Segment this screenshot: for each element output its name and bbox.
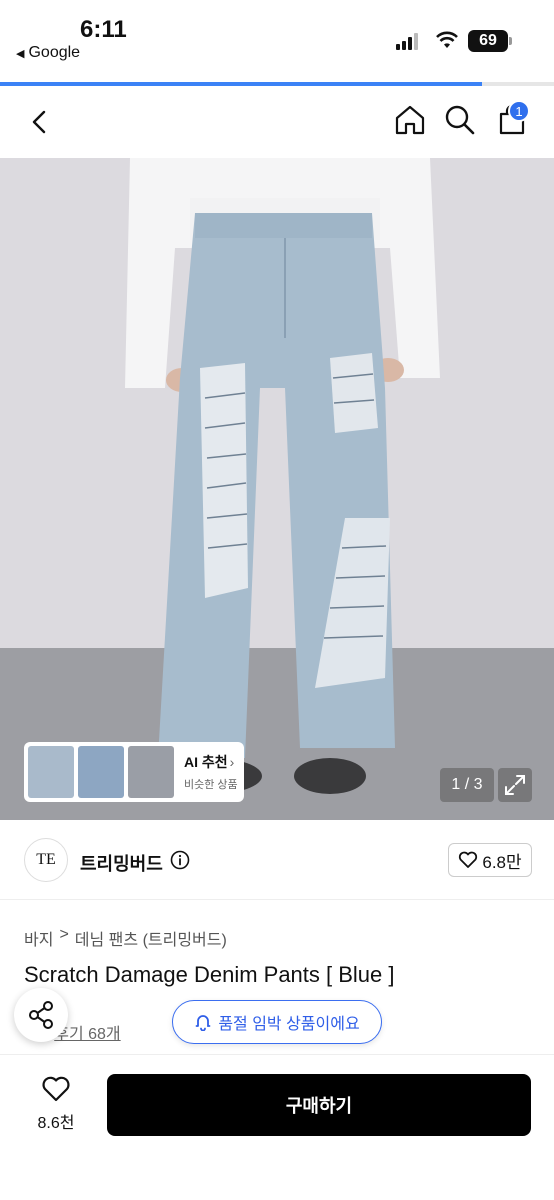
ai-recommend-title: AI 추천 [184, 754, 228, 770]
ai-recommend-subtitle: 비슷한 상품 [184, 779, 238, 791]
brand-logo[interactable]: TE [24, 838, 68, 882]
back-arrow-icon[interactable] [22, 104, 58, 140]
breadcrumb-category[interactable]: 바지 [24, 926, 53, 950]
wifi-icon [436, 31, 458, 48]
product-image-gallery[interactable] [0, 158, 554, 820]
bell-icon [195, 1015, 211, 1031]
cart-count-badge: 1 [508, 100, 530, 122]
back-to-app-link[interactable]: ◀ Google [16, 44, 80, 62]
expand-icon[interactable] [498, 768, 532, 802]
status-bar: 6:11 ◀ Google 69 [0, 0, 554, 80]
similar-product-thumb[interactable] [28, 746, 74, 798]
share-icon [29, 1001, 53, 1029]
breadcrumb-subcategory[interactable]: 데님 팬츠 (트리밍버드) [75, 926, 227, 950]
wishlist-button[interactable]: 8.6천 [20, 1075, 92, 1133]
product-title: Scratch Damage Denim Pants [ Blue ] [24, 962, 395, 987]
product-photo-jeans [0, 158, 554, 820]
brand-like-button[interactable]: 6.8만 [448, 843, 532, 877]
brand-like-count: 6.8만 [482, 852, 522, 872]
battery-tip [509, 37, 512, 45]
cellular-signal-icon [396, 32, 418, 50]
chevron-right-icon: › [229, 754, 235, 770]
home-icon[interactable] [392, 102, 428, 138]
battery-indicator: 69 [468, 30, 508, 52]
image-counter: 1 / 3 [440, 768, 494, 802]
status-time: 6:11 [80, 16, 127, 43]
heart-icon [459, 851, 478, 868]
brand-name[interactable]: 트리밍버드 [80, 850, 163, 876]
low-stock-toast: 품절 임박 상품이에요 [172, 1000, 382, 1044]
buy-button[interactable]: 구매하기 [107, 1074, 531, 1136]
info-icon[interactable] [170, 850, 190, 870]
search-icon[interactable] [442, 102, 478, 138]
breadcrumb-separator: > [59, 926, 69, 943]
back-app-label: Google [28, 44, 81, 61]
share-button[interactable] [14, 988, 68, 1042]
top-navbar [0, 86, 554, 158]
low-stock-text: 품절 임박 상품이에요 [218, 1016, 360, 1033]
similar-product-thumb[interactable] [128, 746, 174, 798]
heart-icon [42, 1076, 70, 1102]
ai-recommend-strip[interactable]: AI 추천 › 비슷한 상품 [24, 742, 244, 802]
similar-product-thumb[interactable] [78, 746, 124, 798]
wishlist-count: 8.6천 [37, 1115, 75, 1132]
ai-recommend-label[interactable]: AI 추천 › 비슷한 상품 [184, 752, 238, 792]
breadcrumb: 바지 > 데님 팬츠 (트리밍버드) [24, 926, 227, 950]
back-triangle-icon: ◀ [16, 47, 25, 60]
bottom-action-bar: 8.6천 구매하기 [0, 1054, 554, 1200]
